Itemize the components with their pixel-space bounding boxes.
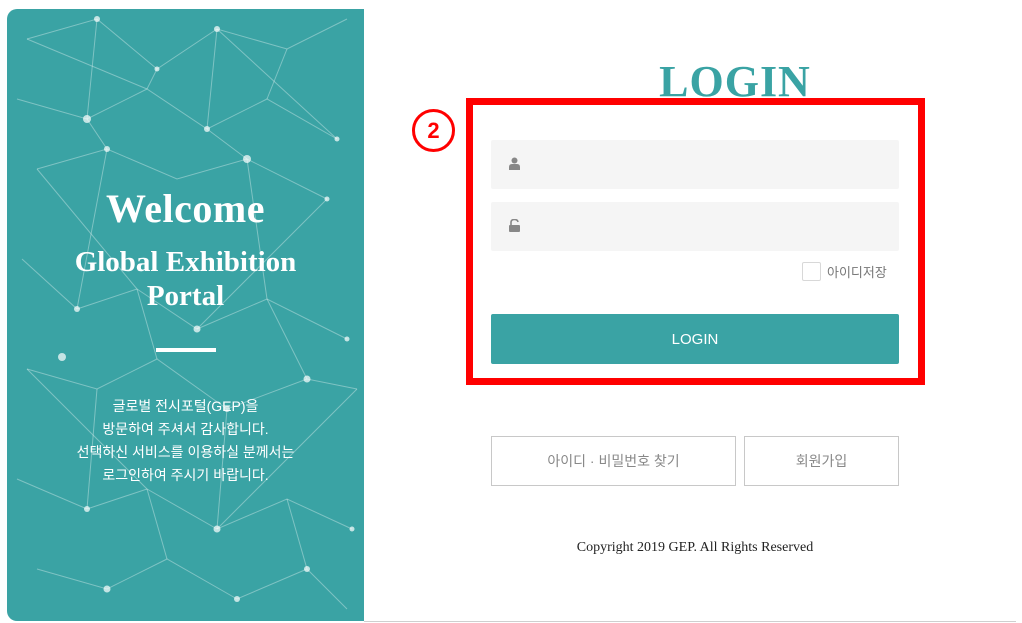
- intro-line: 방문하여 주셔서 감사합니다.: [102, 421, 269, 437]
- intro-line: 로그인하여 주시기 바랍니다.: [102, 467, 269, 483]
- annotation-highlight-box: [466, 98, 925, 385]
- welcome-heading: Welcome: [106, 186, 265, 231]
- panel-bottom-border: [364, 621, 1016, 622]
- find-id-password-button[interactable]: 아이디 · 비밀번호 찾기: [491, 436, 736, 486]
- annotation-step-badge: 2: [412, 109, 455, 152]
- intro-text: 글로벌 전시포털(GEP)을 방문하여 주셔서 감사합니다. 선택하신 서비스를…: [7, 395, 364, 487]
- network-background-graphic: [16, 16, 358, 610]
- intro-line: 글로벌 전시포털(GEP)을: [112, 398, 259, 414]
- heading-divider: [156, 348, 216, 352]
- signup-button[interactable]: 회원가입: [744, 436, 899, 486]
- portal-name: Global Exhibition Portal: [7, 245, 364, 313]
- portal-name-line-2: Portal: [146, 280, 225, 312]
- intro-line: 선택하신 서비스를 이용하실 분께서는: [76, 444, 295, 460]
- copyright-text: Copyright 2019 GEP. All Rights Reserved: [576, 540, 814, 555]
- welcome-panel: Welcome Global Exhibition Portal 글로벌 전시포…: [7, 9, 364, 621]
- login-page: Welcome Global Exhibition Portal 글로벌 전시포…: [0, 0, 1022, 623]
- portal-name-line-1: Global Exhibition: [74, 246, 297, 278]
